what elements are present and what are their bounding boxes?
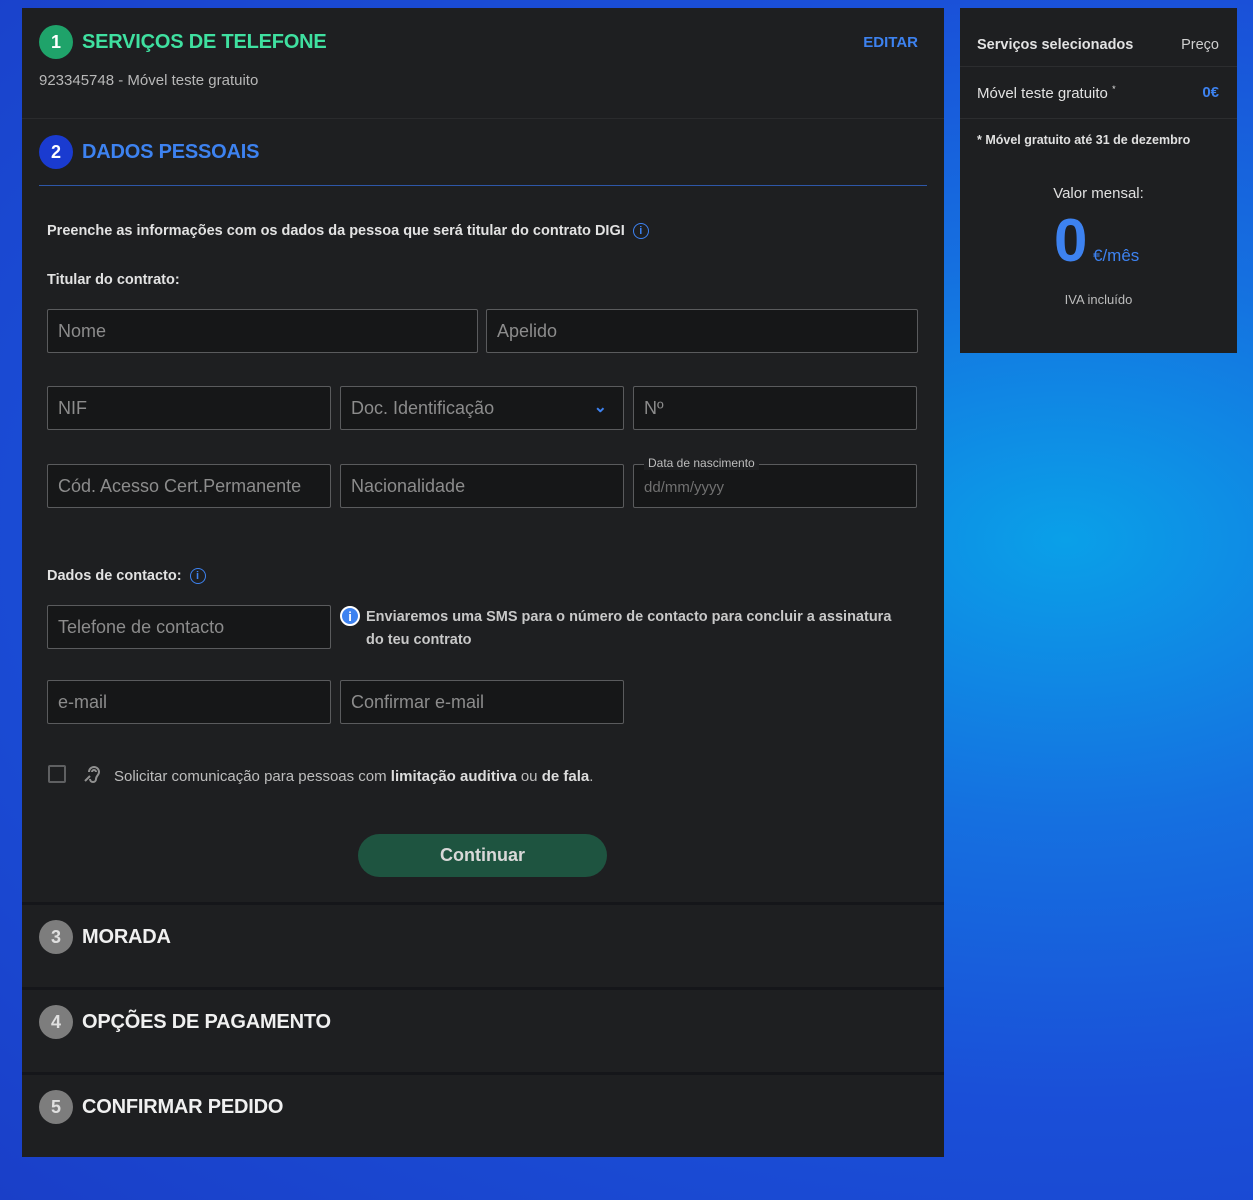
summary-divider: [960, 118, 1237, 119]
info-filled-icon: i: [340, 606, 360, 626]
summary-services-header: Serviços selecionados: [977, 37, 1134, 53]
contact-info-icon[interactable]: i: [189, 568, 206, 585]
step5-number: 5: [39, 1090, 73, 1124]
summary-footnote: * Móvel gratuito até 31 de dezembro: [977, 133, 1191, 147]
step3-header[interactable]: 3 MORADA: [39, 920, 171, 954]
accessibility-prefix: Solicitar comunicação para pessoas com: [114, 768, 391, 785]
checkout-form-panel: 1 SERVIÇOS DE TELEFONE EDITAR 923345748 …: [22, 8, 944, 1157]
monthly-label: Valor mensal:: [1053, 185, 1144, 202]
accessibility-middle: ou: [516, 768, 542, 785]
step4-header[interactable]: 4 OPÇÕES DE PAGAMENTO: [39, 1005, 331, 1039]
summary-price-header: Preço: [1181, 37, 1219, 53]
nacionalidade-input[interactable]: Nacionalidade: [340, 464, 624, 508]
intro-text: Preenche as informações com os dados da …: [47, 223, 649, 240]
email-placeholder: e-mail: [58, 691, 108, 712]
nacionalidade-placeholder: Nacionalidade: [351, 475, 466, 496]
summary-service-price: 0€: [1202, 84, 1219, 101]
cod-acesso-placeholder: Cód. Acesso Cert.Permanente: [58, 475, 302, 496]
intro-label: Preenche as informações com os dados da …: [47, 223, 625, 239]
step4-title: OPÇÕES DE PAGAMENTO: [82, 1010, 331, 1033]
sms-note-text: Enviaremos uma SMS para o número de cont…: [366, 609, 892, 648]
edit-button[interactable]: EDITAR: [863, 34, 918, 51]
section-divider: [22, 118, 944, 119]
info-icon[interactable]: i: [632, 223, 649, 240]
nif-placeholder: NIF: [58, 397, 87, 418]
monthly-value: 0: [1054, 207, 1088, 274]
chevron-down-icon: ⌄: [593, 399, 607, 416]
telefone-input[interactable]: Telefone de contacto: [47, 605, 331, 649]
birthdate-input[interactable]: Data de nascimento dd/mm/yyyy: [633, 456, 917, 508]
doc-type-value: Doc. Identificação: [351, 397, 495, 418]
birthdate-placeholder: dd/mm/yyyy: [644, 479, 725, 496]
contact-label-text: Dados de contacto:: [47, 568, 182, 584]
apelido-placeholder: Apelido: [497, 320, 558, 341]
doc-number-input[interactable]: Nº: [633, 386, 917, 430]
nome-input[interactable]: Nome: [47, 309, 478, 353]
step2-number: 2: [39, 135, 73, 169]
cod-acesso-input[interactable]: Cód. Acesso Cert.Permanente: [47, 464, 331, 508]
birthdate-label: Data de nascimento: [644, 456, 759, 470]
nome-placeholder: Nome: [58, 320, 107, 341]
monthly-unit: €/mês: [1093, 246, 1140, 265]
service-footnote-mark: *: [1112, 84, 1116, 94]
tax-note: IVA incluído: [1064, 292, 1133, 307]
email-input[interactable]: e-mail: [47, 680, 331, 724]
step5-header[interactable]: 5 CONFIRMAR PEDIDO: [39, 1090, 283, 1124]
doc-number-placeholder: Nº: [644, 397, 664, 418]
accessibility-suffix: .: [589, 768, 594, 785]
selected-phone-service: 923345748 - Móvel teste gratuito: [39, 72, 259, 89]
holder-label: Titular do contrato:: [47, 272, 180, 288]
section-divider: [22, 902, 944, 905]
accessibility-label: Solicitar comunicação para pessoas com l…: [114, 768, 593, 785]
step3-title: MORADA: [82, 925, 171, 948]
accessibility-bold1: limitação auditiva: [390, 768, 517, 785]
step3-number: 3: [39, 920, 73, 954]
summary-service-name: Móvel teste gratuito *: [977, 84, 1116, 102]
step2-underline: [39, 185, 927, 186]
step2-title: DADOS PESSOAIS: [82, 140, 260, 163]
step4-number: 4: [39, 1005, 73, 1039]
summary-divider: [960, 66, 1237, 67]
section-divider: [22, 1072, 944, 1075]
doc-type-select[interactable]: Doc. Identificação ⌄: [340, 386, 624, 430]
step2-header: 2 DADOS PESSOAIS: [39, 135, 259, 169]
accessibility-checkbox[interactable]: [48, 765, 66, 783]
nif-input[interactable]: NIF: [47, 386, 331, 430]
step5-title: CONFIRMAR PEDIDO: [82, 1095, 284, 1118]
confirm-email-input[interactable]: Confirmar e-mail: [340, 680, 624, 724]
continue-button[interactable]: Continuar: [358, 834, 607, 877]
step1-title: SERVIÇOS DE TELEFONE: [82, 30, 327, 53]
confirm-email-placeholder: Confirmar e-mail: [351, 691, 485, 712]
section-divider: [22, 987, 944, 990]
ear-icon: [82, 764, 104, 792]
order-summary-panel: Serviços selecionados Preço Móvel teste …: [960, 8, 1237, 353]
accessibility-bold2: de fala: [541, 768, 590, 785]
apelido-input[interactable]: Apelido: [486, 309, 918, 353]
contact-label: Dados de contacto: i: [47, 568, 206, 585]
sms-note: i Enviaremos uma SMS para o número de co…: [340, 606, 910, 652]
service-name-text: Móvel teste gratuito: [977, 85, 1108, 102]
step1-header: 1 SERVIÇOS DE TELEFONE: [39, 25, 327, 59]
step1-number: 1: [39, 25, 73, 59]
telefone-placeholder: Telefone de contacto: [58, 616, 225, 637]
